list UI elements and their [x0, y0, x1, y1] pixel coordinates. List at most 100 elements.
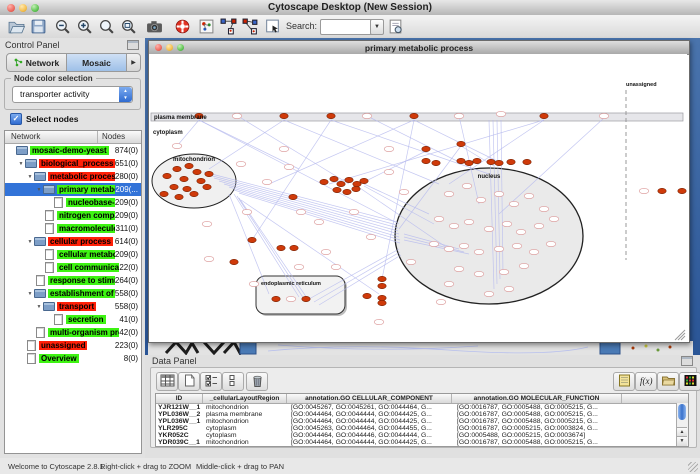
search-dropdown-button[interactable]: ▼: [370, 19, 384, 35]
selected-gene-node[interactable]: [473, 158, 481, 163]
selected-gene-node[interactable]: [170, 184, 178, 189]
table-cell[interactable]: [GO:0016787, GO:0005488, GO:0005215, G..…: [455, 404, 626, 411]
zoom-in-button[interactable]: [76, 18, 94, 35]
gene-node[interactable]: [504, 286, 514, 291]
tree-row[interactable]: nitrogen compo209(0): [5, 209, 141, 222]
zoom-selected-button[interactable]: [98, 18, 116, 35]
help-button[interactable]: [174, 18, 192, 35]
gene-node[interactable]: [286, 296, 296, 301]
gene-node[interactable]: [529, 249, 539, 254]
selected-gene-node[interactable]: [290, 245, 298, 250]
table-cell[interactable]: cytoplasm: [204, 432, 289, 439]
gene-node[interactable]: [494, 246, 504, 251]
attribute-editor-button[interactable]: [613, 372, 635, 391]
tree-row[interactable]: cell communica22(0): [5, 261, 141, 274]
gene-node[interactable]: [262, 179, 272, 184]
table-cell[interactable]: mitochondrion: [204, 439, 289, 446]
tree-row[interactable]: macromolecule311(0): [5, 222, 141, 235]
selected-gene-node[interactable]: [193, 169, 201, 174]
table-cell[interactable]: [GO:0016787, GO:0005488, GO:0005215, G..…: [455, 418, 626, 425]
gene-node[interactable]: [284, 164, 294, 169]
attribute-table[interactable]: ID_cellularLayoutRegionannotation.GO CEL…: [155, 393, 689, 447]
canvas-resize-grip[interactable]: [675, 330, 685, 340]
vizmapper-button[interactable]: [198, 18, 216, 35]
selected-gene-node[interactable]: [173, 166, 181, 171]
selected-gene-node[interactable]: [360, 178, 368, 183]
selected-gene-node[interactable]: [658, 188, 666, 193]
node-color-dropdown[interactable]: transporter activity ▲▼: [12, 86, 133, 103]
table-row[interactable]: YPL036W__2plasma membrane[GO:0044464, GO…: [156, 411, 688, 418]
table-cell[interactable]: mitochondrion: [204, 418, 289, 425]
gene-node[interactable]: [459, 243, 469, 248]
selected-gene-node[interactable]: [180, 176, 188, 181]
table-cell[interactable]: [GO:0016787, GO:0005215, GO:0003824, G..…: [455, 425, 626, 432]
formula-builder-button[interactable]: f(x): [635, 372, 657, 391]
gene-node[interactable]: [321, 249, 331, 254]
selected-gene-node[interactable]: [175, 194, 183, 199]
selected-gene-node[interactable]: [410, 113, 418, 118]
gene-node[interactable]: [534, 223, 544, 228]
selected-gene-node[interactable]: [280, 113, 288, 118]
expand-arrow-icon[interactable]: ▼: [26, 174, 34, 180]
table-cell[interactable]: mitochondrion: [204, 404, 289, 411]
column-header[interactable]: annotation.GO MOLECULAR_FUNCTION: [452, 394, 622, 403]
table-cell[interactable]: plasma membrane: [204, 411, 289, 418]
table-cell[interactable]: YPL036W__1: [156, 418, 204, 425]
gene-node[interactable]: [516, 229, 526, 234]
expand-arrow-icon[interactable]: ▼: [35, 187, 43, 193]
selected-gene-node[interactable]: [523, 159, 531, 164]
selected-gene-node[interactable]: [203, 184, 211, 189]
gene-node[interactable]: [429, 241, 439, 246]
table-cell[interactable]: [GO:0016787, GO:0005488, GO:0005215, G..…: [455, 411, 626, 418]
gene-node[interactable]: [474, 271, 484, 276]
gene-node[interactable]: [449, 223, 459, 228]
selected-gene-node[interactable]: [302, 296, 310, 301]
delete-attribute-button[interactable]: [246, 372, 268, 391]
attribute-select-button[interactable]: [156, 372, 178, 391]
gene-node[interactable]: [202, 221, 212, 226]
annotation-button[interactable]: [264, 18, 282, 35]
network-view-frame[interactable]: primary metabolic process plasma membran…: [148, 40, 690, 343]
float-panel-icon[interactable]: [127, 40, 139, 50]
gene-node[interactable]: [314, 219, 324, 224]
gene-node[interactable]: [494, 191, 504, 196]
gene-node[interactable]: [496, 111, 506, 116]
tab-overflow-button[interactable]: ▶: [127, 54, 140, 71]
selected-gene-node[interactable]: [678, 188, 686, 193]
gene-node[interactable]: [384, 169, 394, 174]
selected-gene-node[interactable]: [507, 159, 515, 164]
expand-arrow-icon[interactable]: ▼: [26, 239, 34, 245]
selected-gene-node[interactable]: [230, 259, 238, 264]
column-header[interactable]: _cellularLayoutRegion: [203, 394, 287, 403]
table-cell[interactable]: [GO:0005488, GO:0005215, GO:0003674]: [455, 432, 626, 439]
tree-row[interactable]: response to stimul264(0): [5, 274, 141, 287]
table-cell[interactable]: YLR295C: [156, 425, 204, 432]
selected-gene-node[interactable]: [345, 177, 353, 182]
gene-node[interactable]: [294, 264, 304, 269]
gene-node[interactable]: [374, 319, 384, 324]
gene-node[interactable]: [546, 241, 556, 246]
gene-node[interactable]: [349, 209, 359, 214]
table-cell[interactable]: [GO:0044464, GO:0044444, GO:0044425, G..…: [289, 439, 455, 446]
selected-gene-node[interactable]: [457, 141, 465, 146]
tree-row[interactable]: ▼metabolic process280(0): [5, 170, 141, 183]
gene-node[interactable]: [331, 264, 341, 269]
selected-gene-node[interactable]: [289, 194, 297, 199]
table-row[interactable]: YKR052Ccytoplasm[GO:0044464, GO:0044446,…: [156, 432, 688, 439]
selected-gene-node[interactable]: [378, 300, 386, 305]
gene-node[interactable]: [296, 209, 306, 214]
gene-node[interactable]: [444, 246, 454, 251]
gene-node[interactable]: [279, 146, 289, 151]
table-cell[interactable]: [GO:0044464, GO:0044444, GO:0044425, G..…: [289, 411, 455, 418]
search-apply-button[interactable]: [387, 18, 405, 35]
gene-node[interactable]: [366, 234, 376, 239]
tree-row[interactable]: secretion41(0): [5, 313, 141, 326]
table-cell[interactable]: YJR121W__1: [156, 404, 204, 411]
dropdown-stepper-icon[interactable]: ▲▼: [119, 87, 132, 102]
selected-gene-node[interactable]: [330, 176, 338, 181]
table-cell[interactable]: [GO:0045267, GO:0045261, GO:0044464, G..…: [289, 404, 455, 411]
tree-row[interactable]: unassigned223(0): [5, 339, 141, 352]
tab-network[interactable]: Network: [7, 54, 67, 71]
tree-row[interactable]: ▼cellular process614(0): [5, 235, 141, 248]
search-input[interactable]: [320, 19, 374, 35]
